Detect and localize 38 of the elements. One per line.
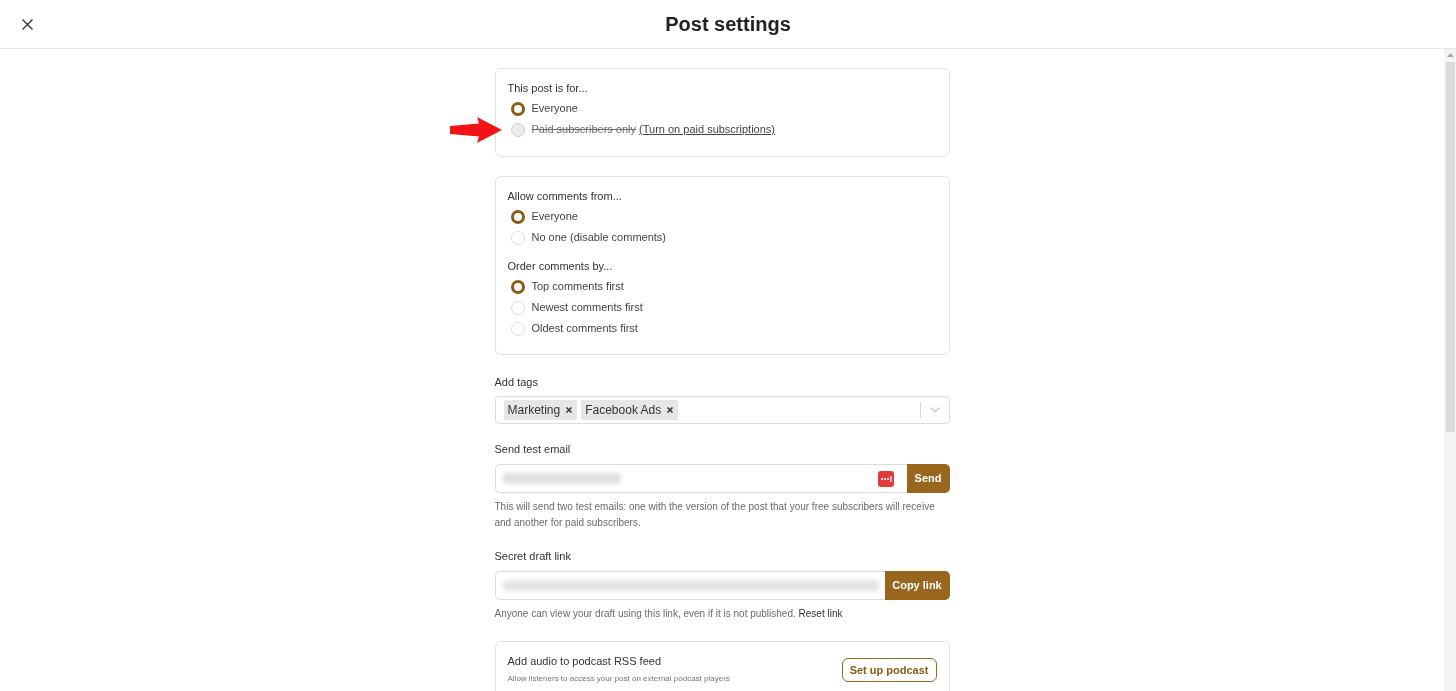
remove-icon[interactable]	[566, 407, 573, 413]
ellipsis-icon[interactable]	[877, 470, 894, 487]
scrollbar-thumb[interactable]	[1445, 62, 1455, 432]
option-label: Everyone	[531, 101, 578, 116]
section-label: Order comments by...	[507, 259, 614, 274]
section-label: Allow comments from...	[507, 189, 623, 204]
draft-link-input[interactable]	[494, 571, 885, 600]
hint-text: This will send two test emails: one with the version of the post that your free subscribers will receive and another for paid subscribers.	[494, 500, 936, 530]
option-label: Oldest comments first	[531, 321, 638, 336]
radio-button[interactable]	[510, 209, 525, 224]
remove-icon[interactable]	[667, 407, 674, 413]
option-label: Top comments first	[531, 279, 624, 294]
option-label: Paid subscribers only	[531, 122, 637, 137]
option-label: No one (disable comments)	[531, 230, 666, 245]
page-title: Post settings	[665, 12, 791, 37]
option-label: Newest comments first	[531, 300, 643, 315]
reset-link[interactable]: Reset link	[798, 608, 843, 619]
radio-button[interactable]	[510, 101, 525, 116]
tags-field[interactable]: Marketing Facebook Ads	[494, 396, 950, 424]
hint-text: Anyone can view your draft using this link, even if it is not published. Reset link	[494, 607, 844, 621]
send-button[interactable]: Send	[906, 464, 950, 493]
tag-label: Facebook Ads	[585, 402, 662, 418]
tag-label: Marketing	[507, 402, 561, 418]
scroll-up-icon[interactable]	[1446, 53, 1454, 57]
chevron-down-icon[interactable]	[929, 407, 940, 413]
copy-link-button[interactable]: Copy link	[884, 571, 950, 600]
section-label: Secret draft link	[494, 549, 572, 564]
section-label: Add tags	[494, 375, 539, 390]
radio-button[interactable]	[510, 279, 525, 294]
section-label: Send test email	[494, 442, 572, 457]
podcast-title: Add audio to podcast RSS feed	[507, 654, 662, 669]
arrow-icon	[449, 117, 502, 143]
close-icon	[21, 18, 33, 30]
section-label: This post is for...	[507, 81, 589, 96]
setup-podcast-button[interactable]: Set up podcast	[841, 658, 937, 682]
option-label: Everyone	[531, 209, 578, 224]
email-input[interactable]	[494, 464, 907, 493]
podcast-subtitle: Allow listeners to access your post on external podcast players	[507, 673, 730, 684]
